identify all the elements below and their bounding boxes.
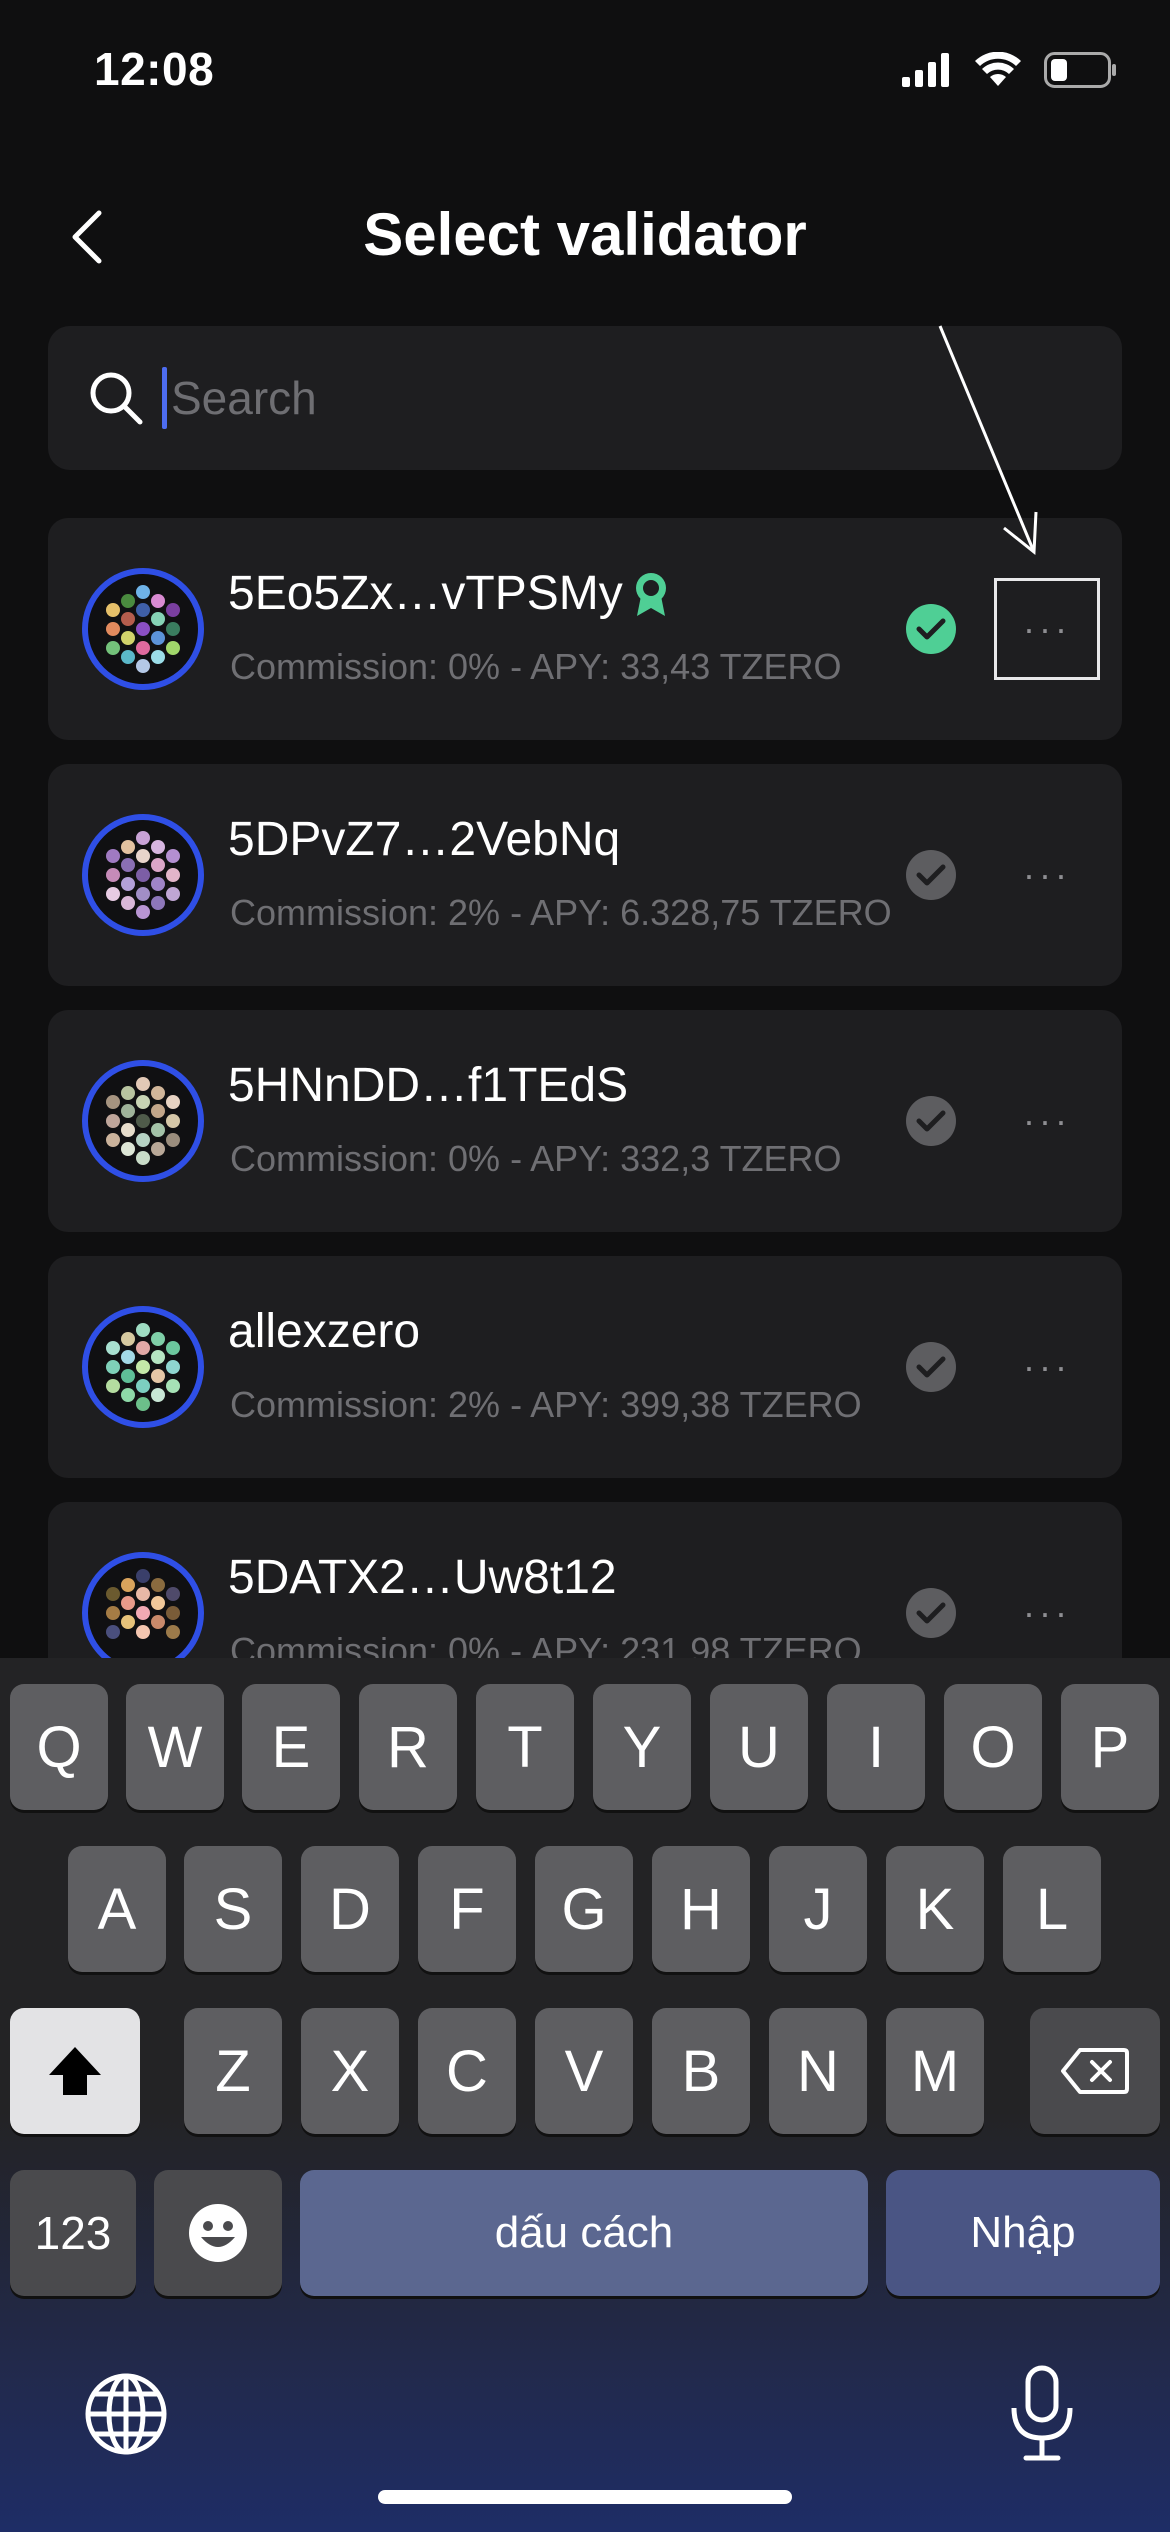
key-c[interactable]: C — [418, 2008, 516, 2134]
key-v[interactable]: V — [535, 2008, 633, 2134]
validator-name: 5HNnDD…f1TEdS — [228, 1059, 629, 1112]
text-caret — [162, 367, 167, 429]
selected-check-icon — [906, 604, 956, 654]
cellular-signal-icon — [902, 53, 949, 87]
key-k[interactable]: K — [886, 1846, 984, 1972]
nav-header: Select validator — [0, 180, 1170, 295]
validator-name: 5Eo5Zx…vTPSMy — [228, 567, 623, 620]
space-key[interactable]: dấu cách — [300, 2170, 868, 2296]
search-box[interactable] — [48, 326, 1122, 470]
shift-icon — [49, 2047, 101, 2095]
key-q[interactable]: Q — [10, 1684, 108, 1810]
key-l[interactable]: L — [1003, 1846, 1101, 1972]
globe-button[interactable] — [82, 2370, 170, 2458]
key-a[interactable]: A — [68, 1846, 166, 1972]
shift-key[interactable] — [10, 2008, 140, 2134]
key-o[interactable]: O — [944, 1684, 1042, 1810]
more-options-button[interactable]: ··· — [994, 824, 1100, 926]
status-time: 12:08 — [94, 43, 215, 95]
microphone-icon — [1011, 2365, 1073, 2461]
more-options-button[interactable]: ··· — [994, 578, 1100, 680]
validator-name: allexzero — [228, 1305, 421, 1358]
key-f[interactable]: F — [418, 1846, 516, 1972]
numbers-key[interactable]: 123 — [10, 2170, 136, 2296]
key-b[interactable]: B — [652, 2008, 750, 2134]
validator-meta: Commission: 0% - APY: 33,43 TZERO — [230, 646, 842, 687]
key-p[interactable]: P — [1061, 1684, 1159, 1810]
validator-card[interactable]: 5DPvZ7…2VebNq Commission: 2% - APY: 6.32… — [48, 764, 1122, 986]
validator-meta: Commission: 2% - APY: 399,38 TZERO — [230, 1384, 862, 1425]
key-d[interactable]: D — [301, 1846, 399, 1972]
key-e[interactable]: E — [242, 1684, 340, 1810]
more-options-button[interactable]: ··· — [994, 1562, 1100, 1658]
validator-meta: Commission: 2% - APY: 6.328,75 TZERO — [230, 892, 892, 933]
validator-identicon — [82, 1060, 204, 1182]
dictation-button[interactable] — [1006, 2364, 1078, 2464]
key-h[interactable]: H — [652, 1846, 750, 1972]
validator-name-row: 5DPvZ7…2VebNq — [228, 812, 620, 867]
validator-identicon — [82, 568, 204, 690]
key-s[interactable]: S — [184, 1846, 282, 1972]
wifi-icon — [975, 52, 1021, 86]
validator-identicon — [82, 1306, 204, 1428]
validator-name: 5DPvZ7…2VebNq — [228, 813, 621, 866]
globe-icon — [85, 2373, 167, 2455]
validator-identicon — [82, 1552, 204, 1658]
emoji-key[interactable] — [154, 2170, 282, 2296]
backspace-icon — [1061, 2048, 1129, 2094]
status-bar: 12:08 — [0, 0, 1170, 150]
key-t[interactable]: T — [476, 1684, 574, 1810]
check-icon — [906, 1342, 956, 1392]
validator-card[interactable]: allexzero Commission: 2% - APY: 399,38 T… — [48, 1256, 1122, 1478]
key-y[interactable]: Y — [593, 1684, 691, 1810]
on-screen-keyboard: Q W E R T Y U I O P A S D F G H J K L Z … — [0, 1658, 1170, 2532]
key-j[interactable]: J — [769, 1846, 867, 1972]
return-key[interactable]: Nhập — [886, 2170, 1160, 2296]
check-icon — [906, 1588, 956, 1638]
check-icon — [906, 1096, 956, 1146]
key-u[interactable]: U — [710, 1684, 808, 1810]
backspace-key[interactable] — [1030, 2008, 1160, 2134]
validator-name-row: 5HNnDD…f1TEdS — [228, 1058, 628, 1113]
page-title: Select validator — [363, 201, 807, 268]
validator-name-row: allexzero — [228, 1304, 420, 1359]
key-i[interactable]: I — [827, 1684, 925, 1810]
check-icon — [906, 850, 956, 900]
validator-name-row: 5DATX2…Uw8t12 — [228, 1550, 617, 1605]
more-options-button[interactable]: ··· — [994, 1070, 1100, 1172]
search-icon — [90, 372, 143, 425]
validator-name: 5DATX2…Uw8t12 — [228, 1551, 617, 1604]
key-n[interactable]: N — [769, 2008, 867, 2134]
validator-meta: Commission: 0% - APY: 231,98 TZERO — [230, 1630, 862, 1658]
search-input[interactable] — [171, 371, 1071, 425]
key-m[interactable]: M — [886, 2008, 984, 2134]
battery-icon — [1044, 52, 1116, 88]
emoji-icon — [189, 2204, 247, 2262]
validator-card[interactable]: 5HNnDD…f1TEdS Commission: 0% - APY: 332,… — [48, 1010, 1122, 1232]
validator-card[interactable]: 5DATX2…Uw8t12 Commission: 0% - APY: 231,… — [48, 1502, 1122, 1658]
key-w[interactable]: W — [126, 1684, 224, 1810]
validator-identicon — [82, 814, 204, 936]
home-indicator[interactable] — [378, 2490, 792, 2504]
validator-list: 5Eo5Zx…vTPSMy Commission: 0% - APY: 33,4… — [48, 518, 1122, 1658]
key-z[interactable]: Z — [184, 2008, 282, 2134]
key-r[interactable]: R — [359, 1684, 457, 1810]
validator-card[interactable]: 5Eo5Zx…vTPSMy Commission: 0% - APY: 33,4… — [48, 518, 1122, 740]
key-x[interactable]: X — [301, 2008, 399, 2134]
validator-meta: Commission: 0% - APY: 332,3 TZERO — [230, 1138, 842, 1179]
status-icons — [902, 52, 1118, 88]
key-g[interactable]: G — [535, 1846, 633, 1972]
ribbon-badge-icon — [635, 572, 666, 616]
validator-name-row: 5Eo5Zx…vTPSMy — [228, 566, 671, 621]
more-options-button[interactable]: ··· — [994, 1316, 1100, 1418]
